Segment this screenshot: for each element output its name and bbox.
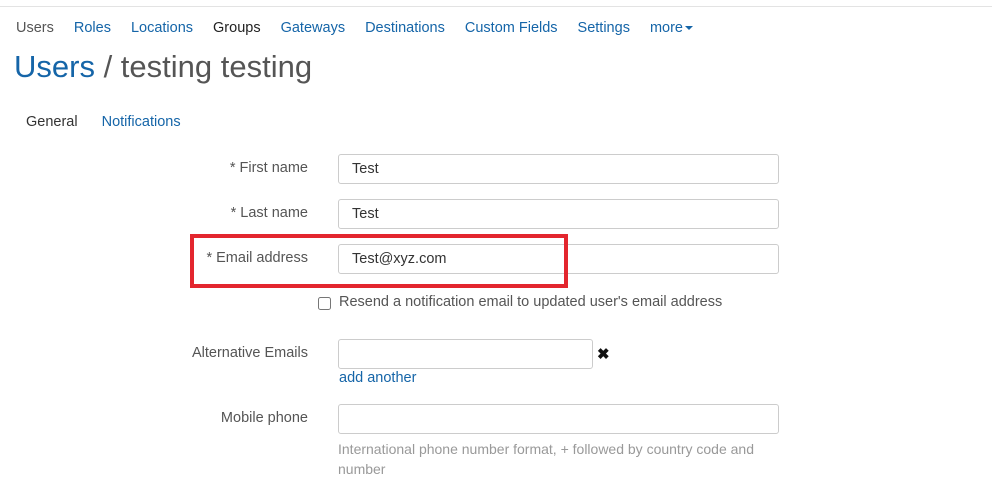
resend-notification-row: Resend a notification email to updated u…: [318, 294, 722, 310]
resend-notification-label: Resend a notification email to updated u…: [339, 294, 723, 310]
nav-users[interactable]: Users: [16, 19, 54, 37]
user-name: testing testing: [120, 49, 313, 84]
caret-down-icon: [685, 26, 693, 31]
tab-notifications[interactable]: Notifications: [102, 113, 181, 131]
mobile-phone-label: Mobile phone: [220, 410, 308, 426]
nav-more-dropdown[interactable]: more: [650, 19, 693, 37]
last-name-label: * Last name: [230, 205, 308, 221]
resend-notification-checkbox[interactable]: [318, 296, 331, 310]
remove-email-icon[interactable]: ✖: [597, 346, 610, 364]
add-another-email-link[interactable]: add another: [339, 369, 416, 387]
last-name-input[interactable]: [338, 199, 779, 229]
nav-groups[interactable]: Groups: [213, 19, 261, 37]
nav-locations[interactable]: Locations: [131, 19, 193, 37]
tab-general[interactable]: General: [26, 113, 78, 131]
alternative-email-input[interactable]: [338, 339, 593, 369]
mobile-phone-help-text: International phone number format, + fol…: [338, 441, 754, 477]
nav-more-label: more: [649, 20, 683, 36]
mobile-phone-input[interactable]: [338, 404, 779, 434]
first-name-label: * First name: [229, 160, 308, 176]
nav-custom-fields[interactable]: Custom Fields: [465, 19, 558, 37]
tabs: General Notifications: [26, 113, 181, 131]
breadcrumb-users-link[interactable]: Users: [14, 49, 95, 84]
nav-gateways[interactable]: Gateways: [281, 19, 345, 37]
alternative-emails-label: Alternative Emails: [191, 345, 308, 361]
page-title: Users / testing testing: [14, 48, 312, 86]
top-divider: [0, 6, 992, 7]
nav-settings[interactable]: Settings: [578, 19, 630, 37]
email-highlight-box: [190, 234, 568, 288]
breadcrumb-separator: /: [94, 49, 121, 84]
nav-roles[interactable]: Roles: [74, 19, 111, 37]
top-nav: Users Roles Locations Groups Gateways De…: [16, 19, 713, 37]
first-name-input[interactable]: [338, 154, 779, 184]
nav-destinations[interactable]: Destinations: [365, 19, 445, 37]
